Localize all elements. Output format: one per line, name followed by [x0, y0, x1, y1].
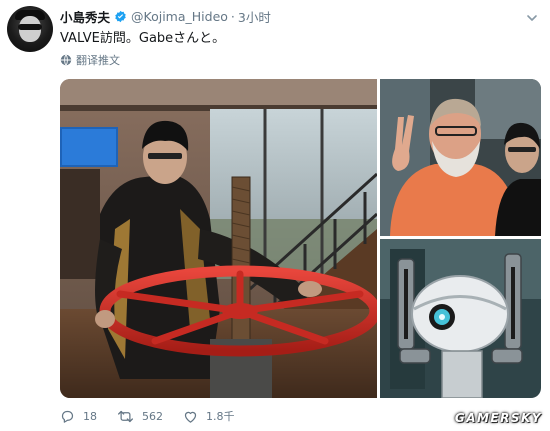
reply-icon	[61, 410, 74, 423]
translate-label: 翻译推文	[76, 54, 120, 67]
tweet-text: VALVE訪問。Gabeさんと。	[60, 31, 226, 46]
avatar[interactable]	[7, 6, 53, 52]
separator-dot: ·	[230, 8, 235, 24]
retweet-count: 562	[142, 409, 163, 423]
heart-icon	[184, 411, 197, 423]
verified-badge-icon	[114, 10, 127, 23]
media-grid	[60, 79, 541, 398]
like-count: 1.8千	[206, 410, 235, 423]
tweet-header: 小島秀夫 @Kojima_Hideo · 3小时	[60, 7, 271, 25]
watermark: GAMERSKY	[454, 411, 542, 425]
retweet-icon	[118, 410, 133, 422]
reply-count: 18	[83, 409, 97, 423]
photo-kojima-valve-wheel[interactable]	[60, 79, 377, 398]
photo-gabe-and-kojima[interactable]	[380, 79, 541, 236]
tweet-timestamp[interactable]: 3小时	[238, 7, 271, 26]
reply-button[interactable]: 18	[60, 409, 97, 424]
display-name[interactable]: 小島秀夫	[60, 7, 110, 26]
translate-tweet-link[interactable]: 翻译推文	[60, 52, 120, 68]
globe-icon	[60, 54, 72, 66]
tweet-actions: 18 562 1.8千	[60, 407, 255, 425]
chevron-down-icon[interactable]	[526, 9, 538, 21]
avatar-glasses-shape	[18, 24, 42, 30]
retweet-button[interactable]: 562	[117, 409, 163, 424]
user-handle[interactable]: @Kojima_Hideo	[131, 9, 228, 24]
like-button[interactable]: 1.8千	[183, 408, 235, 424]
photo-robot[interactable]	[380, 239, 541, 398]
